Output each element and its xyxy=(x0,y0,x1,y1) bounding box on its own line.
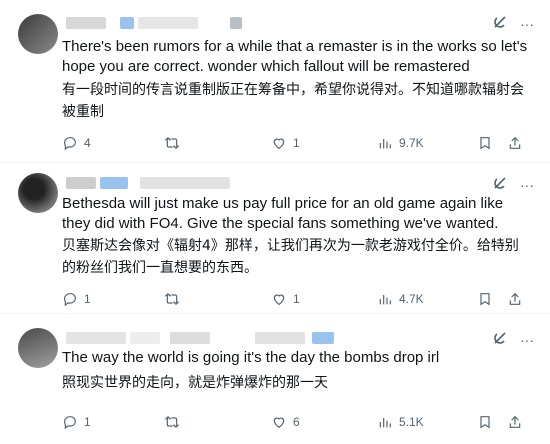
like-button[interactable]: 1 xyxy=(271,135,377,151)
bookmark-icon xyxy=(480,137,490,150)
author-name-blurred[interactable] xyxy=(66,17,106,29)
retweet-icon xyxy=(164,293,180,305)
bookmark-icon xyxy=(480,416,490,429)
post-text-english: The way the world is going it's the day … xyxy=(62,349,440,366)
retweet-button[interactable] xyxy=(164,135,271,151)
like-count: 6 xyxy=(293,415,300,429)
post-header-actions: ··· xyxy=(492,14,534,33)
more-icon[interactable]: ··· xyxy=(520,16,534,32)
share-button[interactable] xyxy=(507,414,523,430)
timestamp-blurred xyxy=(255,332,305,344)
avatar[interactable] xyxy=(18,328,58,368)
like-icon xyxy=(273,294,285,306)
post-2[interactable]: ··· Bethesda will just make us pay full … xyxy=(0,163,550,313)
post-text-english: Bethesda will just make us pay full pric… xyxy=(62,195,504,232)
retweet-button[interactable] xyxy=(164,414,271,430)
reply-count: 1 xyxy=(84,292,91,306)
like-icon xyxy=(273,138,285,150)
retweet-icon xyxy=(164,137,180,149)
post-text-english: There's been rumors for a while that a r… xyxy=(62,38,528,75)
post-text-chinese: 照现实世界的走向，就是炸弹爆炸的那一天 xyxy=(62,375,328,391)
more-icon[interactable]: ··· xyxy=(520,177,534,193)
bookmark-icon xyxy=(480,293,490,306)
share-button[interactable] xyxy=(507,135,523,151)
timestamp-blurred xyxy=(230,17,242,29)
views-icon xyxy=(379,139,391,149)
author-name-blurred[interactable] xyxy=(66,332,126,344)
reply-icon xyxy=(63,137,76,151)
views-count: 4.7K xyxy=(399,292,424,306)
grok-icon[interactable] xyxy=(492,175,508,194)
reply-icon xyxy=(63,416,76,430)
post-text-chinese: 有一段时间的传言说重制版正在筹备中，希望你说得对。不知道哪款辐射会被重制 xyxy=(62,82,524,120)
grok-icon[interactable] xyxy=(492,330,508,349)
share-icon xyxy=(509,292,521,305)
post-3[interactable]: ··· The way the world is going it's the … xyxy=(0,314,550,444)
bookmark-button[interactable] xyxy=(477,414,507,430)
views-count: 5.1K xyxy=(399,415,424,429)
like-icon xyxy=(273,417,285,429)
author-handle-blurred xyxy=(100,177,128,189)
like-count: 1 xyxy=(293,292,300,306)
post-actions: 1 1 4.7K xyxy=(62,289,532,309)
author-handle-blurred xyxy=(130,332,160,344)
reply-button[interactable]: 4 xyxy=(62,135,164,151)
post-actions: 4 1 9.7K xyxy=(62,133,532,153)
views-count: 9.7K xyxy=(399,136,424,150)
share-icon xyxy=(509,136,521,149)
post-text-chinese: 贝塞斯达会像对《辐射4》那样，让我们再次为一款老游戏付全价。给特别的粉丝们我们一… xyxy=(62,238,519,276)
author-name-blurred[interactable] xyxy=(66,177,96,189)
share-icon xyxy=(509,415,521,428)
reply-button[interactable]: 1 xyxy=(62,291,164,307)
author-handle-blurred-2 xyxy=(138,17,198,29)
views-icon xyxy=(379,295,391,305)
post-header-actions: ··· xyxy=(492,175,534,194)
avatar[interactable] xyxy=(18,14,58,54)
like-button[interactable]: 6 xyxy=(271,414,377,430)
post-header-actions: ··· xyxy=(492,330,534,349)
retweet-icon xyxy=(164,416,180,428)
avatar[interactable] xyxy=(18,173,58,213)
grok-icon[interactable] xyxy=(492,14,508,33)
like-button[interactable]: 1 xyxy=(271,291,377,307)
like-count: 1 xyxy=(293,136,300,150)
bookmark-button[interactable] xyxy=(477,291,507,307)
author-handle-blurred xyxy=(120,17,134,29)
author-handle-blurred-2 xyxy=(140,177,230,189)
views-button[interactable]: 4.7K xyxy=(377,291,477,307)
reply-button[interactable]: 1 xyxy=(62,414,164,430)
bookmark-button[interactable] xyxy=(477,135,507,151)
more-icon[interactable]: ··· xyxy=(520,332,534,348)
views-icon xyxy=(379,418,391,428)
share-button[interactable] xyxy=(507,291,523,307)
post-1[interactable]: ··· There's been rumors for a while that… xyxy=(0,0,550,162)
views-button[interactable]: 9.7K xyxy=(377,135,477,151)
reply-count: 1 xyxy=(84,415,91,429)
post-actions: 1 6 5.1K xyxy=(62,412,532,432)
badge-blurred xyxy=(312,332,334,344)
reply-icon xyxy=(63,293,76,307)
retweet-button[interactable] xyxy=(164,291,271,307)
reply-count: 4 xyxy=(84,136,91,150)
views-button[interactable]: 5.1K xyxy=(377,414,477,430)
author-handle-blurred-2 xyxy=(170,332,210,344)
